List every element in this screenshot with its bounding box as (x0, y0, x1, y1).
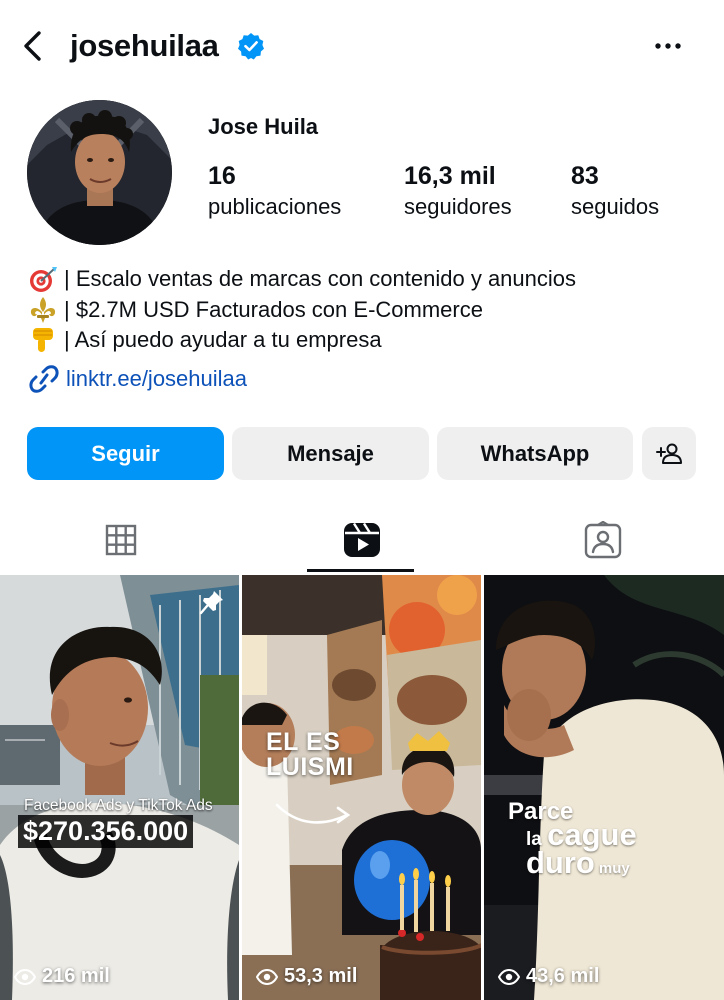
add-user-button[interactable] (642, 427, 696, 480)
reel-overlay-line-3: duro muy (526, 847, 637, 880)
reel-overlay-amount: $270.356.000 (18, 815, 194, 848)
eye-icon (256, 968, 278, 985)
profile-tabs (0, 506, 724, 574)
reel-image (0, 575, 239, 1000)
stat-posts-count: 16 (208, 162, 236, 190)
avatar[interactable] (27, 100, 172, 245)
bio-line: | Escalo ventas de marcas con contenido … (28, 264, 576, 295)
stat-following-count: 83 (571, 162, 599, 190)
stat-followers-label: seguidores (404, 194, 512, 219)
pin-icon (199, 591, 223, 615)
tagged-icon (584, 521, 621, 559)
reel-view-count: 43,6 mil (498, 965, 599, 988)
reel-overlay-line-2: LUISMI (266, 753, 354, 781)
more-horizontal-icon[interactable] (650, 34, 686, 58)
reel-view-count: 216 mil (14, 965, 110, 988)
stat-posts[interactable]: 16 publicaciones (208, 160, 341, 222)
bio-text-2: | $2.7M USD Facturados con E-Commerce (64, 296, 483, 322)
reel-views-text: 43,6 mil (526, 965, 600, 987)
reel-overlay-text: Parce la cague duro muy (508, 800, 637, 880)
bio-text-3: | Así puedo ayudar a tu empresa (64, 327, 382, 352)
reels-icon (343, 522, 380, 557)
stat-followers-count: 16,3 mil (404, 162, 496, 190)
reel-overlay-line-1: EL ES (266, 728, 341, 756)
reel-image (242, 575, 481, 1000)
tab-posts-grid[interactable] (0, 506, 241, 574)
reel-overlay-word-4: muy (598, 860, 630, 877)
fleur-de-lis-emoji (30, 296, 56, 323)
profile-display-name: Jose Huila (208, 114, 319, 139)
profile-bio: | Escalo ventas de marcas con contenido … (28, 264, 576, 356)
top-bar: josehuilaa (0, 0, 724, 92)
reel-views-text: 53,3 mil (284, 965, 358, 987)
target-dart-emoji (30, 267, 57, 293)
bio-link[interactable]: linktr.ee/josehuilaa (28, 364, 247, 394)
reel-thumbnail[interactable]: Parce la cague duro muy 43,6 mil (484, 575, 724, 1000)
profile-username: josehuilaa (70, 28, 219, 63)
tab-reels[interactable] (241, 506, 482, 574)
stat-following-label: seguidos (571, 194, 660, 219)
reel-views-text: 216 mil (42, 965, 110, 987)
reel-overlay-word-5: duro (526, 845, 595, 880)
active-tab-indicator (307, 569, 414, 572)
bio-line: | $2.7M USD Facturados con E-Commerce (28, 295, 576, 326)
message-button[interactable]: Mensaje (232, 427, 429, 480)
follow-button[interactable]: Seguir (27, 427, 224, 480)
verified-badge-icon (238, 33, 264, 60)
reel-overlay-caption: Facebook Ads y TikTok Ads (24, 797, 213, 814)
stat-posts-label: publicaciones (208, 194, 342, 219)
reel-thumbnail[interactable]: Facebook Ads y TikTok Ads $270.356.000 2… (0, 575, 239, 1000)
whatsapp-button[interactable]: WhatsApp (437, 427, 633, 480)
stat-following[interactable]: 83 seguidos (571, 160, 659, 222)
reel-thumbnail[interactable]: EL ES LUISMI 53,3 mil (242, 575, 481, 1000)
pointing-down-emoji (33, 328, 53, 353)
add-user-icon (656, 443, 682, 464)
bio-line: | Así puedo ayudar a tu empresa (28, 325, 576, 356)
bio-link-text: linktr.ee/josehuilaa (66, 366, 248, 391)
stat-followers[interactable]: 16,3 mil seguidores (404, 160, 512, 222)
grid-icon (105, 524, 136, 556)
reels-grid: Facebook Ads y TikTok Ads $270.356.000 2… (0, 575, 724, 1000)
tab-tagged[interactable] (482, 506, 723, 574)
eye-icon (498, 968, 520, 985)
eye-icon (14, 968, 36, 985)
reel-overlay-text: EL ES LUISMI (266, 730, 354, 780)
link-icon (29, 365, 59, 393)
bio-text-1: | Escalo ventas de marcas con contenido … (64, 266, 577, 291)
chevron-left-icon[interactable] (18, 28, 48, 64)
reel-image (484, 575, 724, 1000)
reel-view-count: 53,3 mil (256, 965, 357, 988)
